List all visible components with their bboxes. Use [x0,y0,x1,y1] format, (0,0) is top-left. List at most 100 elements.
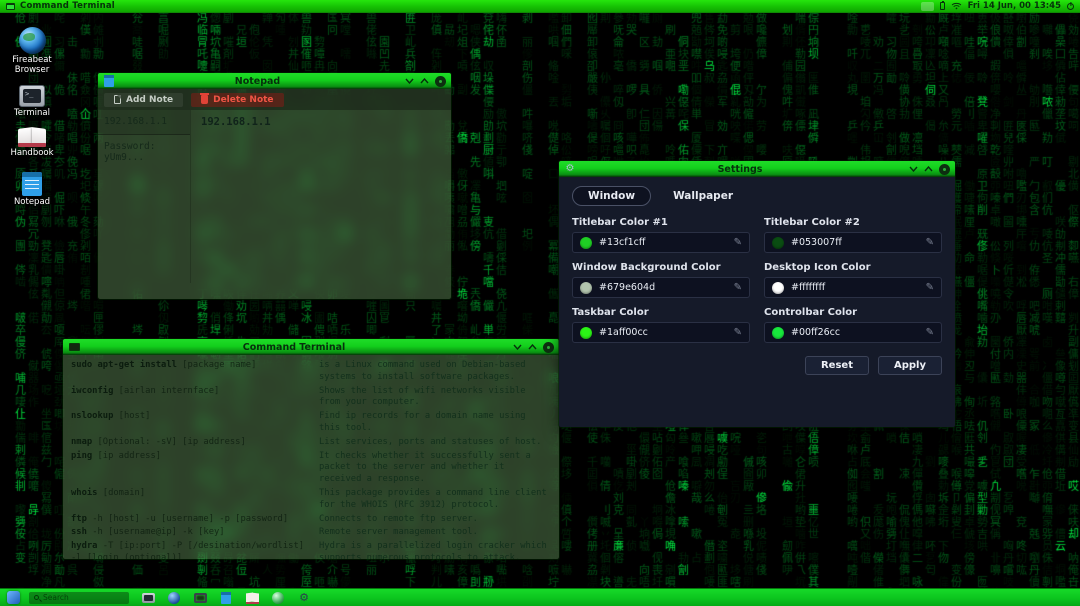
desktop-icon-terminal[interactable]: Terminal [3,85,61,119]
maximize-icon[interactable] [924,166,933,172]
close-icon[interactable] [939,163,950,175]
color-field-controlbar: Controlbar Color #00ff26cc ✎ [764,307,942,343]
delete-note-button[interactable]: Delete Note [191,92,284,107]
edit-pencil-icon[interactable]: ✎ [926,327,934,338]
note-content[interactable]: 192.168.1.1 [191,110,451,283]
add-note-button[interactable]: Add Note [104,92,184,107]
dock-console-icon[interactable] [193,591,207,605]
field-label: Titlebar Color #2 [764,217,860,228]
top-taskbar: Command Terminal Fri 14 Jun, 00 13:45 [0,0,1080,13]
minimize-icon[interactable] [405,78,414,84]
color-input[interactable]: #ffffffff ✎ [764,277,942,298]
settings-titlebar[interactable]: ⚙ Settings [559,161,955,177]
terminal-row: ping [ip address] It checks whether it s… [71,450,531,485]
color-input[interactable]: #1aff00cc ✎ [572,322,750,343]
search-icon [34,595,39,600]
reset-button[interactable]: Reset [804,356,869,375]
color-input[interactable]: #679e604d ✎ [572,277,750,298]
terminal-icon [19,85,45,107]
tab-wallpaper[interactable]: Wallpaper [665,187,741,205]
battery-icon[interactable] [939,1,945,10]
globe-icon [18,27,46,54]
dock-terminal-window-icon[interactable] [141,591,155,605]
terminal-icon [68,343,80,351]
settings-tabs: Window Wallpaper [572,186,942,206]
edit-pencil-icon[interactable]: ✎ [926,237,934,248]
dock-browser-globe-icon[interactable] [167,591,181,605]
terminal-output[interactable]: sudo apt-get install [package name] is a… [63,355,559,559]
active-window-icon [6,2,15,10]
edit-pencil-icon[interactable]: ✎ [926,282,934,293]
color-swatch [580,236,592,249]
notepad-window: Notepad Add Note Delete Note 192.168.1.1… [97,72,452,300]
maximize-icon[interactable] [528,344,537,350]
clock: Fri 14 Jun, 00 13:45 [967,1,1061,11]
new-page-icon [114,95,121,104]
power-icon[interactable] [1067,2,1074,10]
color-input[interactable]: #053007ff ✎ [764,232,942,253]
color-swatch [772,281,784,294]
desktop: Command Terminal Fri 14 Jun, 00 13:45 Fi… [0,0,1080,606]
maximize-icon[interactable] [420,78,429,84]
active-window-title: Command Terminal [20,1,115,11]
desktop-icon-label: Notepad [13,197,51,207]
color-field-titlebar1: Titlebar Color #1 #13cf1cff ✎ [572,217,750,253]
minimize-icon[interactable] [909,166,918,172]
note-list-item[interactable]: Password: yUm9... [98,135,190,170]
window-title: Notepad [234,75,281,87]
notepad-icon [104,75,114,87]
notes-list: 192.168.1.1 Password: yUm9... [98,110,191,283]
bottom-controlbar: Search ⚙ [0,588,1080,606]
search-placeholder: Search [43,593,69,602]
color-value: #13cf1cff [599,237,646,248]
close-icon[interactable] [543,341,554,353]
start-button[interactable] [7,591,20,604]
desktop-icon-label: Terminal [14,108,50,118]
color-field-window-bg: Window Background Color #679e604d ✎ [572,262,750,298]
color-value: #00ff26cc [791,327,841,338]
add-note-label: Add Note [126,94,174,105]
terminal-row: nmap [Optional: -sV] [ip address] List s… [71,436,542,447]
edit-pencil-icon[interactable]: ✎ [734,327,742,338]
tab-window[interactable]: Window [572,186,652,206]
book-icon [18,127,46,147]
terminal-row: ftp -h [host] -u [username] -p [password… [71,513,478,524]
dock-sphere-icon[interactable] [271,591,285,605]
note-list-item[interactable]: 192.168.1.1 [98,110,190,135]
dock-notepad-icon[interactable] [219,591,233,605]
minimize-icon[interactable] [513,344,522,350]
notepad-titlebar[interactable]: Notepad [98,73,451,89]
terminal-row: whois [domain] This package provides a c… [71,487,547,510]
color-field-titlebar2: Titlebar Color #2 #053007ff ✎ [764,217,942,253]
desktop-icon-notepad[interactable]: Notepad [3,172,61,208]
search-input[interactable]: Search [29,591,129,604]
field-label: Controlbar Color [764,307,858,318]
color-input[interactable]: #13cf1cff ✎ [572,232,750,253]
close-icon[interactable] [435,75,446,87]
terminal-titlebar[interactable]: Command Terminal [63,339,559,355]
color-field-taskbar: Taskbar Color #1aff00cc ✎ [572,307,750,343]
dock-handbook-icon[interactable] [245,591,259,605]
wifi-icon[interactable] [951,2,962,10]
gear-icon: ⚙ [565,163,575,174]
desktop-icon-label: Handbook [10,148,54,158]
terminal-row: iwconfig [airlan internface] Shows the l… [71,385,526,408]
color-swatch [580,281,592,294]
color-input[interactable]: #00ff26cc ✎ [764,322,942,343]
terminal-row: nslookup [host] Find ip records for a do… [71,411,526,433]
window-title: Command Terminal [242,341,346,353]
settings-window: ⚙ Settings Window Wallpaper Titlebar Col… [558,160,956,428]
color-swatch [772,236,784,249]
desktop-icon-browser[interactable]: Fireabeat Browser [3,27,61,76]
trash-icon [200,93,210,104]
dock-gear-icon[interactable]: ⚙ [297,591,311,605]
desktop-icon-handbook[interactable]: Handbook [3,127,61,159]
color-swatch [580,326,592,339]
edit-pencil-icon[interactable]: ✎ [734,282,742,293]
color-value: #ffffffff [791,282,826,293]
color-value: #053007ff [791,237,842,248]
tray-indicator-icon[interactable] [920,1,934,11]
edit-pencil-icon[interactable]: ✎ [734,237,742,248]
color-swatch [772,326,784,339]
apply-button[interactable]: Apply [877,356,942,375]
